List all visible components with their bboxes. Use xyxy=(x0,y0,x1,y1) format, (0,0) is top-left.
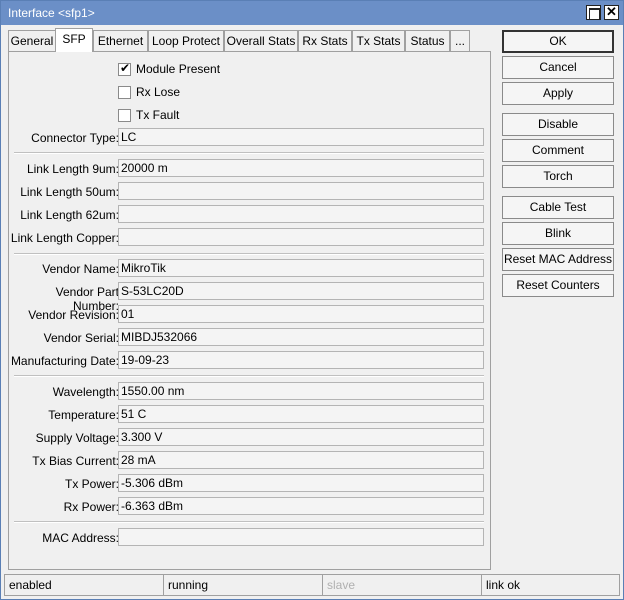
tx-fault-label: Tx Fault xyxy=(136,108,180,122)
apply-button[interactable]: Apply xyxy=(502,82,614,105)
vendor-serial-field[interactable]: MIBDJ532066 xyxy=(118,328,484,346)
reset-counters-button[interactable]: Reset Counters xyxy=(502,274,614,297)
status-link: link ok xyxy=(481,574,620,596)
module-present-checkbox[interactable]: ✔ xyxy=(118,61,131,76)
link-length-50um-label: Link Length 50um: xyxy=(20,185,119,199)
title-bar[interactable]: Interface <sfp1> ✕ xyxy=(1,1,623,25)
link-length-9um-field[interactable]: 20000 m xyxy=(118,159,484,177)
window-title: Interface <sfp1> xyxy=(8,6,95,20)
interface-window: Interface <sfp1> ✕ General SFP Ethernet … xyxy=(0,0,624,600)
tx-fault-checkbox[interactable] xyxy=(118,109,131,122)
rx-power-field[interactable]: -6.363 dBm xyxy=(118,497,484,515)
link-length-9um-label: Link Length 9um: xyxy=(26,162,119,176)
separator xyxy=(14,375,484,377)
rx-lose-label: Rx Lose xyxy=(136,85,181,99)
supply-voltage-field[interactable]: 3.300 V xyxy=(118,428,484,446)
manufacturing-date-label: Manufacturing Date: xyxy=(10,354,119,368)
supply-voltage-label: Supply Voltage: xyxy=(35,431,119,445)
mac-address-field[interactable] xyxy=(118,528,484,546)
status-slave: slave xyxy=(322,574,482,596)
disable-button[interactable]: Disable xyxy=(502,113,614,136)
tx-bias-current-field[interactable]: 28 mA xyxy=(118,451,484,469)
tab-ethernet[interactable]: Ethernet xyxy=(93,30,148,52)
module-present-label: Module Present xyxy=(136,62,221,76)
link-length-copper-label: Link Length Copper: xyxy=(10,231,119,245)
tab-rx-stats[interactable]: Rx Stats xyxy=(298,30,352,52)
status-bar: enabled running slave link ok xyxy=(4,574,620,596)
tab-overall-stats[interactable]: Overall Stats xyxy=(224,30,298,52)
checkmark-icon: ✔ xyxy=(120,61,131,75)
temperature-label: Temperature: xyxy=(48,408,119,422)
close-icon[interactable]: ✕ xyxy=(604,4,619,20)
wavelength-label: Wavelength: xyxy=(52,385,119,399)
comment-button[interactable]: Comment xyxy=(502,139,614,162)
connector-type-field[interactable]: LC xyxy=(118,128,484,146)
ok-button[interactable]: OK xyxy=(502,30,614,53)
status-running: running xyxy=(163,574,323,596)
vendor-revision-label: Vendor Revision: xyxy=(28,308,119,322)
tx-power-label: Tx Power: xyxy=(64,477,119,491)
reset-mac-address-button[interactable]: Reset MAC Address xyxy=(502,248,614,271)
tx-power-field[interactable]: -5.306 dBm xyxy=(118,474,484,492)
wavelength-field[interactable]: 1550.00 nm xyxy=(118,382,484,400)
rx-lose-checkbox[interactable] xyxy=(118,86,131,99)
vendor-serial-label: Vendor Serial: xyxy=(43,331,119,345)
rx-power-label: Rx Power: xyxy=(63,500,119,514)
link-length-62um-label: Link Length 62um: xyxy=(20,208,119,222)
vendor-name-label: Vendor Name: xyxy=(42,262,119,276)
vendor-revision-field[interactable]: 01 xyxy=(118,305,484,323)
manufacturing-date-field[interactable]: 19-09-23 xyxy=(118,351,484,369)
blink-button[interactable]: Blink xyxy=(502,222,614,245)
sfp-panel: ✔ Module Present Rx Lose Tx Fault Connec… xyxy=(8,51,491,570)
separator xyxy=(14,253,484,255)
tab-loop-protect[interactable]: Loop Protect xyxy=(148,30,224,52)
tab-tx-stats[interactable]: Tx Stats xyxy=(352,30,405,52)
tab-more[interactable]: ... xyxy=(450,30,470,52)
cancel-button[interactable]: Cancel xyxy=(502,56,614,79)
tab-status[interactable]: Status xyxy=(405,30,450,52)
status-enabled: enabled xyxy=(4,574,164,596)
link-length-copper-field[interactable] xyxy=(118,228,484,246)
temperature-field[interactable]: 51 C xyxy=(118,405,484,423)
tab-general[interactable]: General xyxy=(8,30,56,52)
tx-bias-current-label: Tx Bias Current: xyxy=(32,454,119,468)
tab-sfp[interactable]: SFP xyxy=(55,28,93,52)
cable-test-button[interactable]: Cable Test xyxy=(502,196,614,219)
separator xyxy=(14,521,484,523)
torch-button[interactable]: Torch xyxy=(502,165,614,188)
link-length-50um-field[interactable] xyxy=(118,182,484,200)
link-length-62um-field[interactable] xyxy=(118,205,484,223)
vendor-part-number-field[interactable]: S-53LC20D xyxy=(118,282,484,300)
separator xyxy=(14,152,484,154)
mac-address-label: MAC Address: xyxy=(42,531,119,545)
connector-type-label: Connector Type: xyxy=(31,131,119,145)
maximize-icon[interactable] xyxy=(586,5,601,20)
vendor-name-field[interactable]: MikroTik xyxy=(118,259,484,277)
